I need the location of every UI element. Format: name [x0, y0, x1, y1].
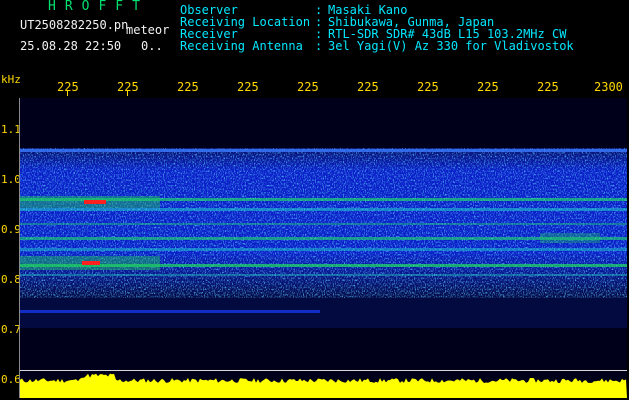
file-name: UT2508282250.pn [20, 18, 129, 32]
echo-line [20, 274, 627, 276]
echo-line [20, 208, 627, 211]
freq-tick: 0.8 [1, 273, 21, 286]
freq-tick: 0.7 [1, 323, 21, 336]
time-tick: 2300 [594, 80, 623, 94]
antenna-value: 3el Yagi(V) Az 330 for Vladivostok [328, 39, 574, 53]
spectrogram-canvas [20, 148, 627, 398]
signal-baseline [20, 370, 627, 371]
freq-tick: 0.9 [1, 223, 21, 236]
time-tick: 225 [417, 80, 439, 94]
antenna-label: Receiving Antenna [180, 39, 303, 53]
app-title: HROFFT [48, 0, 149, 14]
signal-level-trace [20, 373, 627, 398]
echo-line [20, 248, 627, 251]
page-indicator: 0.. [141, 39, 163, 53]
waterfall-spectrogram [20, 98, 627, 398]
tick-mark [67, 91, 68, 96]
freq-tick: 0.6 [1, 373, 21, 386]
time-tick: 225 [177, 80, 199, 94]
mode-label: meteor [126, 23, 170, 37]
hrofft-screen: HROFFT UT2508282250.pn meteor 25.08.28 2… [0, 0, 629, 400]
time-tick: 225 [537, 80, 559, 94]
time-tick: 225 [477, 80, 499, 94]
unit-label: kHz [1, 73, 21, 86]
echo-line [20, 237, 627, 240]
date-time: 25.08.28 22:50 [20, 39, 122, 53]
freq-tick: 1.1 [1, 123, 21, 136]
echo-line [20, 223, 627, 225]
echo-patch [540, 233, 600, 243]
faint-trace [20, 310, 320, 313]
time-tick: 225 [297, 80, 319, 94]
tick-mark [127, 91, 128, 96]
echo-hotspot [82, 261, 100, 265]
time-tick: 225 [237, 80, 259, 94]
y-axis-line [19, 98, 20, 398]
antenna-colon: : [315, 39, 323, 53]
band-edge-line [20, 149, 627, 152]
time-tick: 225 [357, 80, 379, 94]
echo-hotspot [84, 200, 106, 204]
freq-tick: 1.0 [1, 173, 21, 186]
